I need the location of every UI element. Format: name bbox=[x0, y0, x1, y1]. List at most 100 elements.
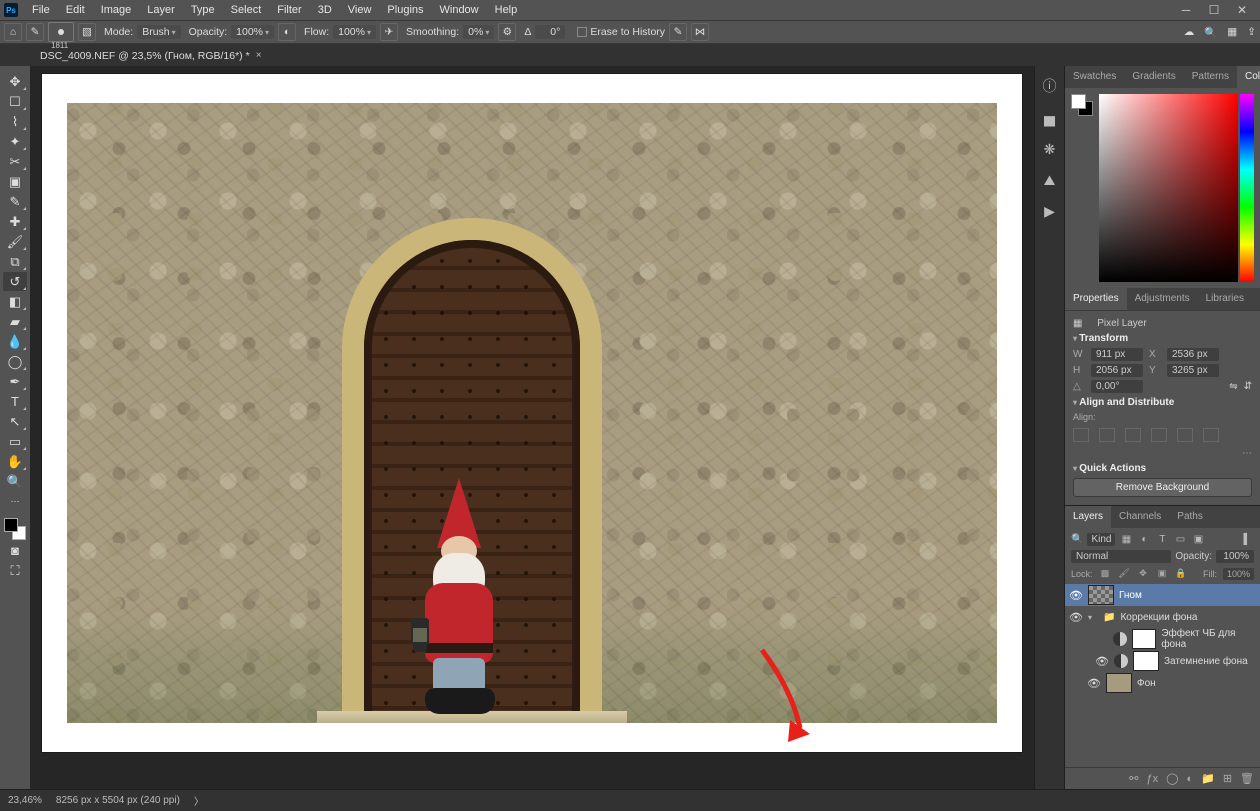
minimize-button[interactable]: ─ bbox=[1172, 0, 1200, 20]
layer-gnome[interactable]: 👁 Гном bbox=[1065, 584, 1260, 606]
align-vcenter[interactable] bbox=[1177, 428, 1193, 442]
visibility-toggle[interactable]: 👁 bbox=[1069, 589, 1083, 602]
edit-toolbar[interactable]: ⋯ bbox=[3, 492, 27, 511]
layer-name[interactable]: Коррекции фона bbox=[1120, 612, 1197, 623]
navigator-panel-icon[interactable]: ⛰ bbox=[1044, 172, 1056, 189]
crop-tool[interactable]: ✂ bbox=[3, 152, 27, 171]
group-collapse-icon[interactable]: ▾ bbox=[1088, 613, 1098, 622]
visibility-toggle[interactable]: 👁 bbox=[1069, 611, 1083, 624]
filter-search-icon[interactable]: 🔍 bbox=[1071, 534, 1083, 545]
actions-panel-icon[interactable]: ▶ bbox=[1044, 203, 1055, 220]
menu-window[interactable]: Window bbox=[432, 0, 487, 20]
mask-icon[interactable]: ◯ bbox=[1166, 772, 1178, 785]
angle-input-prop[interactable]: 0,00° bbox=[1091, 380, 1143, 393]
close-tab-icon[interactable]: × bbox=[256, 45, 262, 67]
filter-toggle[interactable]: ▌ bbox=[1240, 532, 1254, 546]
menu-layer[interactable]: Layer bbox=[139, 0, 183, 20]
3d-panel-icon[interactable]: ❋ bbox=[1044, 141, 1056, 158]
menu-image[interactable]: Image bbox=[93, 0, 140, 20]
menu-help[interactable]: Help bbox=[487, 0, 526, 20]
tab-channels[interactable]: Channels bbox=[1111, 506, 1169, 528]
align-bottom[interactable] bbox=[1203, 428, 1219, 442]
link-layers-icon[interactable]: ⚯ bbox=[1129, 772, 1138, 785]
lasso-tool[interactable]: ⌇ bbox=[3, 112, 27, 131]
filter-smart-icon[interactable]: ▣ bbox=[1191, 532, 1205, 546]
doc-dimensions[interactable]: 8256 px x 5504 px (240 ppi) bbox=[56, 795, 180, 806]
layer-group-corrections[interactable]: 👁 ▾ 📁 Коррекции фона bbox=[1065, 606, 1260, 628]
align-hcenter[interactable] bbox=[1099, 428, 1115, 442]
zoom-level[interactable]: 23,46% bbox=[8, 795, 42, 806]
visibility-toggle[interactable]: 👁 bbox=[1095, 655, 1109, 668]
tab-layers[interactable]: Layers bbox=[1065, 506, 1111, 528]
align-heading[interactable]: Align and Distribute bbox=[1073, 397, 1252, 408]
menu-select[interactable]: Select bbox=[223, 0, 270, 20]
align-right[interactable] bbox=[1125, 428, 1141, 442]
healing-tool[interactable]: ✚ bbox=[3, 212, 27, 231]
layer-thumbnail[interactable] bbox=[1088, 585, 1114, 605]
lock-position-icon[interactable]: ✥ bbox=[1137, 567, 1150, 580]
smoothing-input[interactable]: 0% bbox=[463, 25, 494, 39]
remove-background-button[interactable]: Remove Background bbox=[1073, 478, 1252, 497]
eyedropper-tool[interactable]: ✎ bbox=[3, 192, 27, 211]
symmetry-icon[interactable]: ⋈ bbox=[691, 23, 709, 41]
angle-input[interactable]: 0° bbox=[535, 25, 565, 39]
airbrush-icon[interactable]: ✈ bbox=[380, 23, 398, 41]
erase-history-checkbox[interactable] bbox=[577, 27, 587, 37]
close-button[interactable]: ✕ bbox=[1228, 0, 1256, 20]
align-top[interactable] bbox=[1151, 428, 1167, 442]
pressure-size-icon[interactable]: ✎ bbox=[669, 23, 687, 41]
transform-heading[interactable]: Transform bbox=[1073, 333, 1252, 344]
align-more-icon[interactable]: ⋯ bbox=[1073, 448, 1252, 459]
mask-thumbnail[interactable] bbox=[1132, 629, 1156, 649]
quickactions-heading[interactable]: Quick Actions bbox=[1073, 463, 1252, 474]
home-button[interactable]: ⌂ bbox=[4, 23, 22, 41]
smoothing-options-icon[interactable]: ⚙ bbox=[498, 23, 516, 41]
menu-plugins[interactable]: Plugins bbox=[379, 0, 431, 20]
layer-darken-bg[interactable]: 👁 Затемнение фона bbox=[1065, 650, 1260, 672]
type-tool[interactable]: T bbox=[3, 392, 27, 411]
maximize-button[interactable]: ☐ bbox=[1200, 0, 1228, 20]
tab-gradients[interactable]: Gradients bbox=[1124, 66, 1183, 88]
tab-swatches[interactable]: Swatches bbox=[1065, 66, 1124, 88]
brush-preview[interactable]: 1811 bbox=[48, 22, 74, 42]
canvas-area[interactable] bbox=[30, 66, 1034, 789]
adjustment-layer-icon[interactable]: ◐ bbox=[1186, 773, 1193, 785]
align-left[interactable] bbox=[1073, 428, 1089, 442]
layer-name[interactable]: Затемнение фона bbox=[1164, 656, 1248, 667]
lock-pixels-icon[interactable]: 🖌 bbox=[1118, 567, 1131, 580]
lock-all-icon[interactable]: 🔒 bbox=[1175, 567, 1188, 580]
dodge-tool[interactable]: ◯ bbox=[3, 352, 27, 371]
layer-name[interactable]: Эффект ЧБ для фона bbox=[1161, 628, 1256, 650]
color-swatches[interactable] bbox=[4, 518, 26, 540]
menu-view[interactable]: View bbox=[340, 0, 380, 20]
tab-paths[interactable]: Paths bbox=[1169, 506, 1211, 528]
new-layer-icon[interactable]: ⊞ bbox=[1223, 772, 1232, 785]
group-icon[interactable]: 📁 bbox=[1201, 772, 1215, 785]
status-chevron[interactable]: 〉 bbox=[194, 793, 204, 808]
filter-adj-icon[interactable]: ◐ bbox=[1137, 532, 1151, 546]
lock-transparency-icon[interactable]: ▩ bbox=[1099, 567, 1112, 580]
zoom-tool[interactable]: 🔍 bbox=[3, 472, 27, 491]
layer-thumbnail[interactable] bbox=[1106, 673, 1132, 693]
workspace-icon[interactable]: ▦ bbox=[1227, 26, 1237, 38]
pressure-opacity-icon[interactable]: ◐ bbox=[278, 23, 296, 41]
search-icon[interactable]: 🔍 bbox=[1204, 26, 1217, 39]
tool-preset[interactable]: ✎ bbox=[26, 23, 44, 41]
layer-background[interactable]: 👁 Фон bbox=[1065, 672, 1260, 694]
filter-kind-select[interactable]: Kind bbox=[1087, 533, 1115, 546]
cloud-docs-icon[interactable]: ☁ bbox=[1184, 26, 1195, 38]
fill-input[interactable]: 100% bbox=[1223, 568, 1254, 580]
w-input[interactable]: 911 px bbox=[1091, 348, 1143, 361]
gradient-tool[interactable]: ▰ bbox=[3, 312, 27, 331]
shape-tool[interactable]: ▭ bbox=[3, 432, 27, 451]
hand-tool[interactable]: ✋ bbox=[3, 452, 27, 471]
filter-pixel-icon[interactable]: ▦ bbox=[1119, 532, 1133, 546]
pen-tool[interactable]: ✒ bbox=[3, 372, 27, 391]
tab-libraries[interactable]: Libraries bbox=[1198, 288, 1252, 310]
quick-select-tool[interactable]: ✦ bbox=[3, 132, 27, 151]
flip-v-icon[interactable]: ⇵ bbox=[1244, 381, 1252, 392]
screenmode-toggle[interactable]: ⛶ bbox=[3, 561, 27, 580]
menu-edit[interactable]: Edit bbox=[58, 0, 93, 20]
tab-patterns[interactable]: Patterns bbox=[1184, 66, 1237, 88]
marquee-tool[interactable]: ☐ bbox=[3, 92, 27, 111]
